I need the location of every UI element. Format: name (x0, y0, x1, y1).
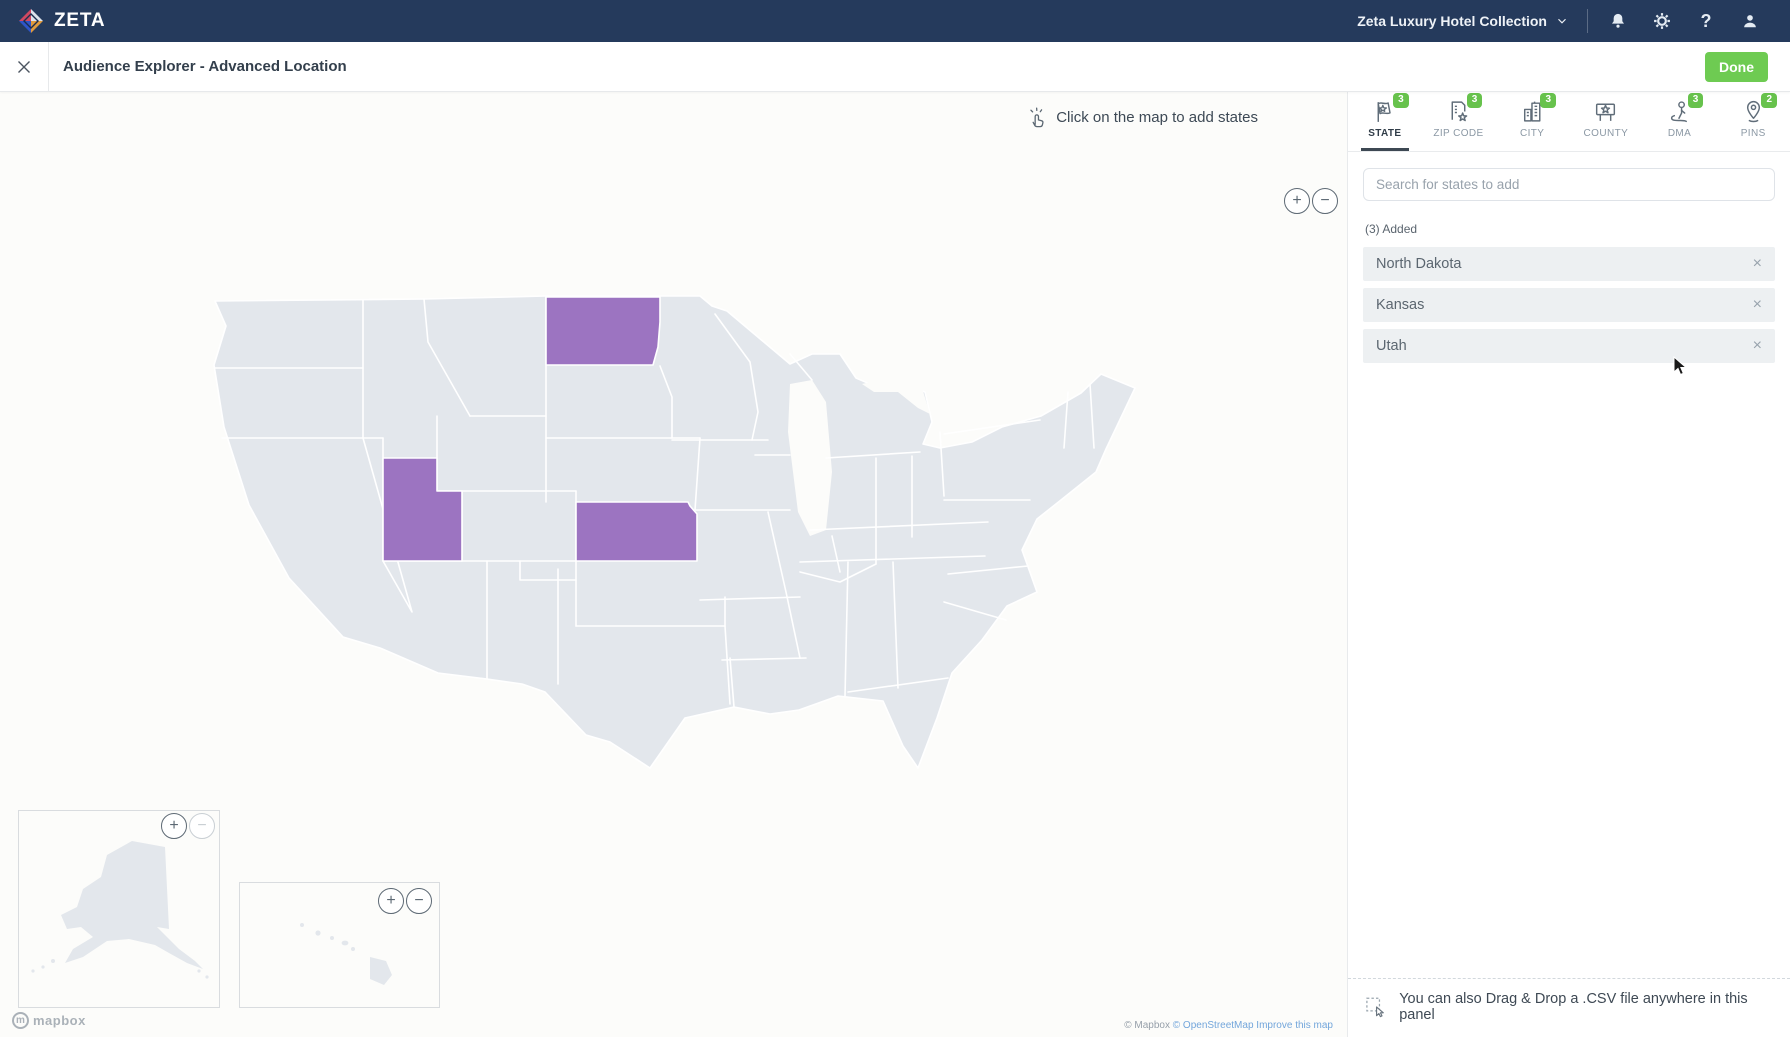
csv-drop-hint: You can also Drag & Drop a .CSV file any… (1348, 978, 1790, 1037)
attribution-osm-link[interactable]: © OpenStreetMap (1173, 1020, 1257, 1031)
drag-drop-icon (1364, 995, 1387, 1019)
tab-state-label: STATE (1368, 128, 1401, 139)
done-button[interactable]: Done (1705, 52, 1768, 82)
page-header: Audience Explorer - Advanced Location Do… (0, 42, 1790, 92)
location-panel: 3 STATE 3 ZIP CODE (1347, 92, 1790, 1037)
added-state-row: Kansas × (1363, 288, 1775, 322)
state-search-input[interactable] (1363, 168, 1775, 201)
remove-state-icon[interactable]: × (1753, 256, 1762, 272)
pins-count-badge: 2 (1761, 93, 1777, 108)
hawaii-zoom-out-button[interactable]: − (406, 888, 432, 914)
alaska-shape (19, 811, 219, 1007)
added-state-name: Utah (1376, 338, 1407, 354)
added-count-label: (3) Added (1365, 222, 1773, 236)
user-menu-button[interactable] (1728, 0, 1772, 42)
zip-count-badge: 3 (1467, 93, 1483, 108)
tab-county[interactable]: COUNTY (1569, 92, 1643, 151)
close-icon (13, 56, 35, 78)
top-navbar: ZETA Zeta Luxury Hotel Collection (0, 0, 1790, 42)
state-count-badge: 3 (1393, 93, 1409, 108)
zeta-diamond-icon (18, 8, 44, 34)
attribution-improve-link[interactable]: Improve this map (1256, 1020, 1333, 1031)
page-title: Audience Explorer - Advanced Location (63, 58, 347, 75)
attribution-mapbox: © Mapbox (1124, 1020, 1173, 1031)
gear-icon (1652, 11, 1672, 31)
map-hint: Click on the map to add states (1026, 106, 1258, 128)
remove-state-icon[interactable]: × (1753, 338, 1762, 354)
tab-county-label: COUNTY (1584, 128, 1629, 139)
help-icon: ? (1701, 11, 1712, 32)
account-switcher[interactable]: Zeta Luxury Hotel Collection (1357, 13, 1587, 29)
brand-text: ZETA (54, 10, 105, 32)
added-state-name: Kansas (1376, 297, 1424, 313)
location-type-tabs: 3 STATE 3 ZIP CODE (1348, 92, 1790, 152)
tab-zip-code[interactable]: 3 ZIP CODE (1422, 92, 1496, 151)
tab-zip-label: ZIP CODE (1433, 128, 1483, 139)
tab-dma[interactable]: 3 DMA (1643, 92, 1717, 151)
tab-pins-label: PINS (1741, 128, 1766, 139)
close-button[interactable] (0, 42, 49, 91)
user-icon (1740, 11, 1760, 31)
tab-state[interactable]: 3 STATE (1348, 92, 1422, 151)
notifications-button[interactable] (1596, 0, 1640, 42)
zeta-logo[interactable]: ZETA (18, 8, 105, 34)
tab-pins[interactable]: 2 PINS (1716, 92, 1790, 151)
dma-count-badge: 3 (1688, 93, 1704, 108)
added-state-name: North Dakota (1376, 256, 1461, 272)
hawaii-zoom-in-button[interactable]: + (378, 888, 404, 914)
active-tab-indicator (1361, 148, 1409, 151)
mapbox-circle-icon: m (12, 1012, 29, 1029)
state-north-dakota[interactable] (546, 297, 660, 365)
map-zoom-out-button[interactable]: − (1312, 188, 1338, 214)
help-button[interactable]: ? (1684, 0, 1728, 42)
remove-state-icon[interactable]: × (1753, 297, 1762, 313)
map-canvas[interactable]: Click on the map to add states + − + − (0, 92, 1347, 1037)
added-state-row: Utah × (1363, 329, 1775, 363)
mapbox-wordmark: mapbox (33, 1013, 86, 1028)
account-name: Zeta Luxury Hotel Collection (1357, 13, 1547, 29)
state-kansas[interactable] (576, 502, 697, 561)
bell-icon (1608, 11, 1628, 31)
app-window: ZETA Zeta Luxury Hotel Collection (0, 0, 1790, 1037)
added-state-row: North Dakota × (1363, 247, 1775, 281)
tap-icon (1026, 106, 1048, 128)
map-hint-text: Click on the map to add states (1056, 109, 1258, 126)
chevron-down-icon (1555, 14, 1569, 28)
csv-drop-text: You can also Drag & Drop a .CSV file any… (1399, 991, 1774, 1023)
alaska-zoom-out-button[interactable]: − (189, 813, 215, 839)
county-sign-icon (1592, 98, 1619, 125)
tab-city[interactable]: 3 CITY (1495, 92, 1569, 151)
alaska-inset-map[interactable] (18, 810, 220, 1008)
alaska-zoom-in-button[interactable]: + (161, 813, 187, 839)
mapbox-logo[interactable]: m mapbox (12, 1012, 86, 1029)
tab-dma-label: DMA (1668, 128, 1691, 139)
tab-city-label: CITY (1520, 128, 1544, 139)
settings-button[interactable] (1640, 0, 1684, 42)
map-zoom-in-button[interactable]: + (1284, 188, 1310, 214)
map-attribution: © Mapbox © OpenStreetMap Improve this ma… (1124, 1020, 1333, 1031)
city-count-badge: 3 (1540, 93, 1556, 108)
nav-divider (1587, 9, 1588, 33)
